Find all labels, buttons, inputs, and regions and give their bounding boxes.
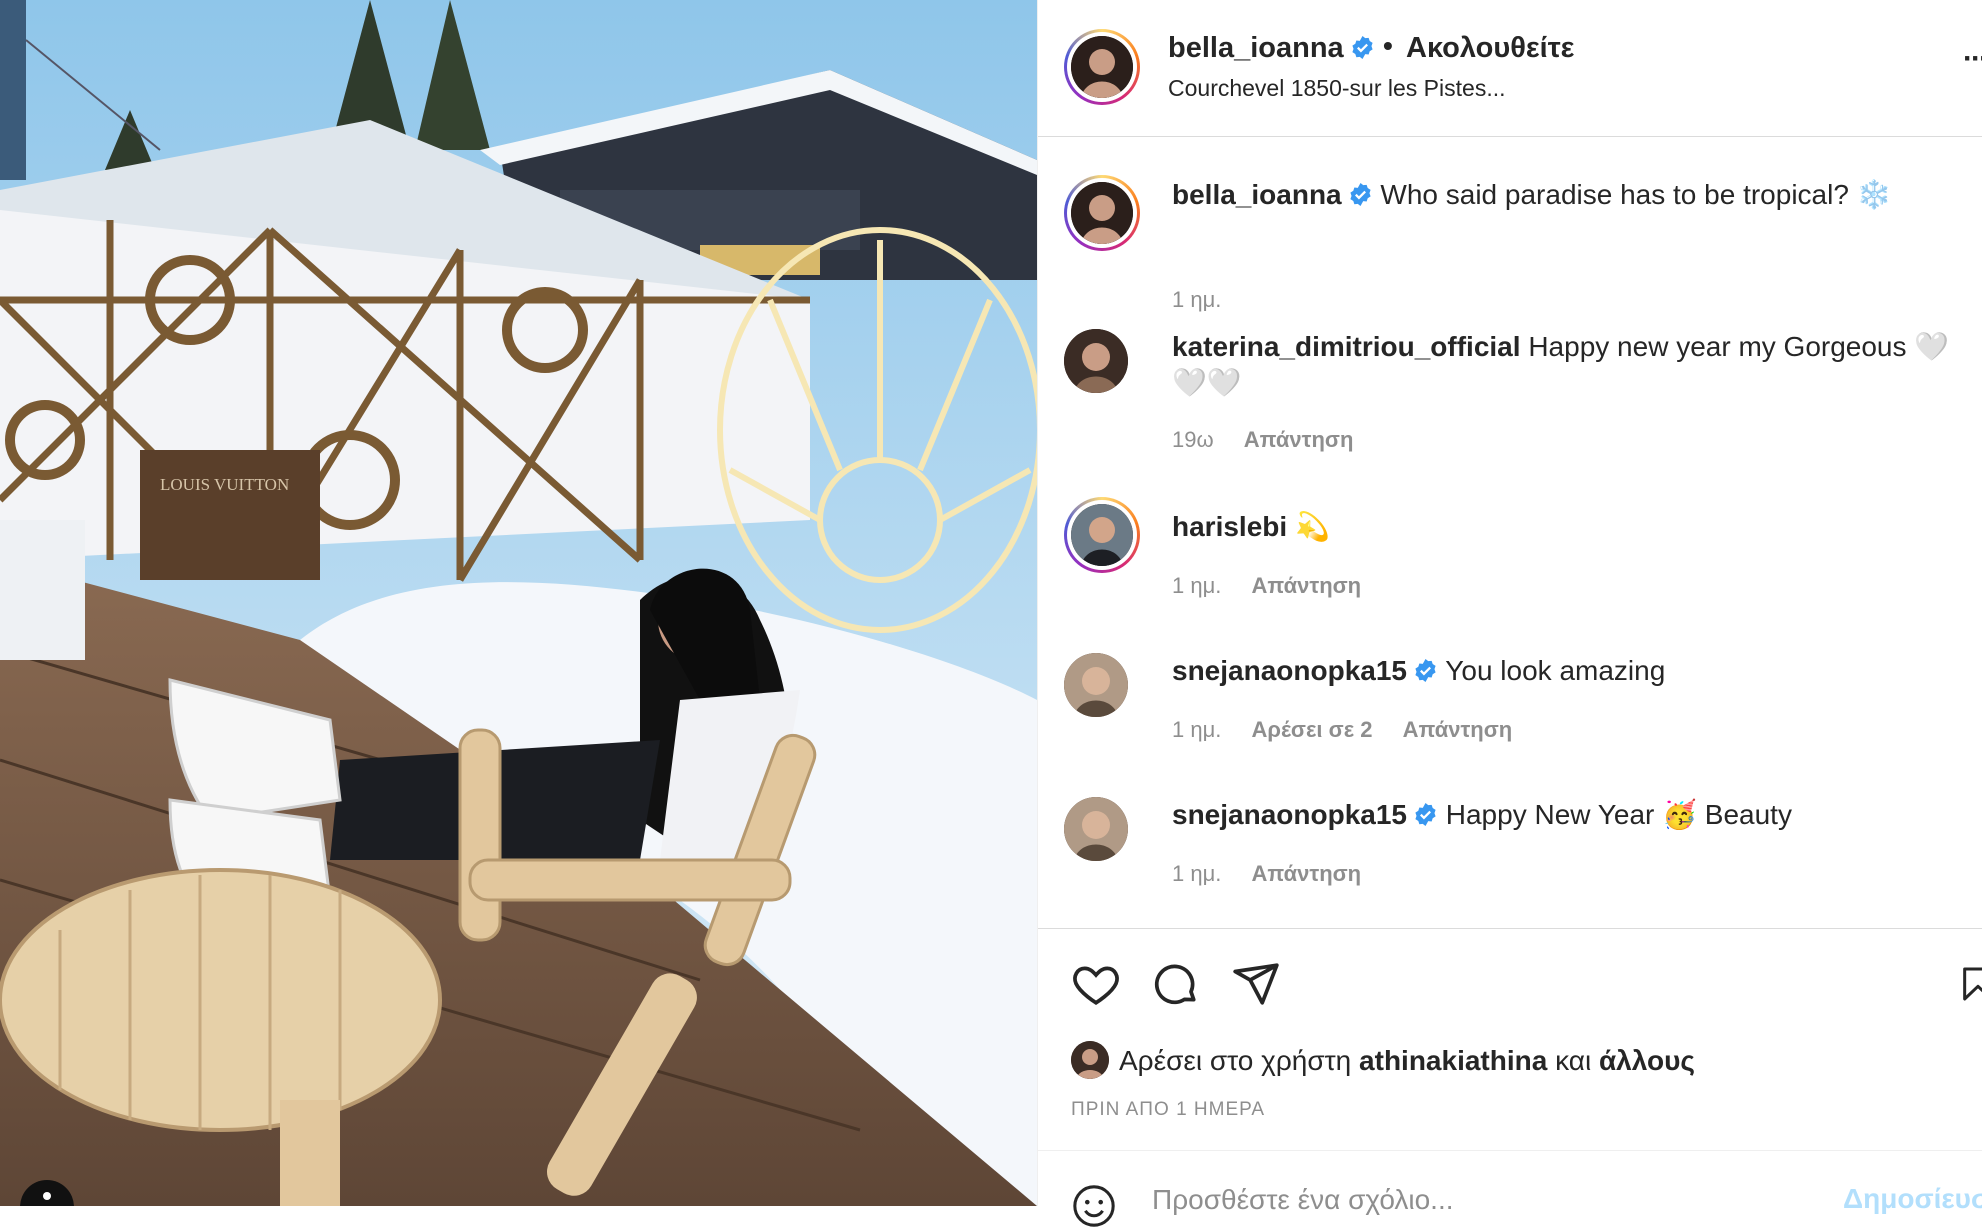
header-separator: • [1383, 30, 1393, 61]
comments-list: bella_ioanna Who said paradise has to be… [1038, 137, 1982, 927]
caption-avatar[interactable] [1064, 175, 1140, 251]
comment-likes[interactable]: Αρέσει σε 2 [1252, 717, 1373, 742]
reply-button[interactable]: Απάντηση [1403, 717, 1513, 742]
comment-username[interactable]: bella_ioanna [1172, 179, 1342, 210]
comment-time[interactable]: 1 ημ. [1172, 287, 1221, 312]
comment-meta: 1 ημ. Αρέσει σε 2 Απάντηση [1172, 717, 1536, 743]
comment-time[interactable]: 19ω [1172, 427, 1214, 452]
comment-text: snejanaonopka15 You look amazing [1172, 653, 1972, 689]
avatar [1071, 504, 1133, 566]
author-username[interactable]: bella_ioanna [1168, 32, 1375, 65]
share-icon[interactable] [1231, 959, 1281, 1009]
likes-conj: και [1555, 1045, 1592, 1076]
follow-button[interactable]: Ακολουθείτε [1406, 32, 1574, 65]
likes-others-link[interactable]: άλλους [1599, 1045, 1695, 1076]
comment-time[interactable]: 1 ημ. [1172, 573, 1221, 598]
likes-text: Αρέσει στο χρήστη athinakiathina και άλλ… [1119, 1045, 1695, 1077]
photo-sign-text: LOUIS VUITTON [160, 475, 289, 494]
likes-prefix: Αρέσει στο χρήστη [1119, 1045, 1352, 1076]
reply-button[interactable]: Απάντηση [1244, 427, 1354, 452]
comment-username[interactable]: snejanaonopka15 [1172, 655, 1407, 686]
post-detail-panel: bella_ioanna • Ακολουθείτε Courchevel 18… [1037, 0, 1982, 1227]
commenter-avatar[interactable] [1064, 653, 1128, 717]
comment-username[interactable]: snejanaonopka15 [1172, 799, 1407, 830]
add-comment-input[interactable] [1150, 1183, 1754, 1217]
reply-button[interactable]: Απάντηση [1252, 861, 1362, 886]
verified-icon [1415, 803, 1436, 826]
post-header: bella_ioanna • Ακολουθείτε Courchevel 18… [1038, 0, 1982, 137]
comment-meta: 1 ημ. Απάντηση [1172, 861, 1385, 887]
comment-time[interactable]: 1 ημ. [1172, 717, 1221, 742]
heart-icon[interactable] [1071, 959, 1121, 1009]
comment-meta: 1 ημ. [1172, 287, 1245, 313]
comment-meta: 19ω Απάντηση [1172, 427, 1377, 453]
comment-body: You look amazing [1445, 655, 1666, 686]
author-avatar[interactable] [1064, 29, 1140, 105]
post-photo[interactable]: LOUIS VUITTON [0, 0, 1037, 1206]
bookmark-icon[interactable] [1958, 959, 1982, 1009]
comment-username[interactable]: katerina_dimitriou_official [1172, 331, 1521, 362]
comment-text: bella_ioanna Who said paradise has to be… [1172, 177, 1972, 213]
liker-username[interactable]: athinakiathina [1359, 1045, 1547, 1076]
post-photo-illustration: LOUIS VUITTON [0, 0, 1037, 1206]
commenter-avatar[interactable] [1064, 329, 1128, 393]
post-location[interactable]: Courchevel 1850-sur les Pistes... [1168, 75, 1506, 102]
reply-button[interactable]: Απάντηση [1252, 573, 1362, 598]
comment-meta: 1 ημ. Απάντηση [1172, 573, 1385, 599]
commenter-avatar[interactable] [1064, 797, 1128, 861]
comment-body: 💫 [1294, 511, 1330, 542]
verified-icon [1352, 36, 1373, 59]
author-username-text[interactable]: bella_ioanna [1168, 32, 1344, 64]
add-comment-bar: Δημοσίευση [1038, 1150, 1982, 1227]
comment-body: Happy New Year 🥳 Beauty [1445, 799, 1792, 830]
comment-text: katerina_dimitriou_official Happy new ye… [1172, 329, 1972, 401]
comment-body: Who said paradise has to be tropical? ❄️ [1380, 179, 1892, 210]
post-timestamp[interactable]: ΠΡΙΝ ΑΠΟ 1 ΗΜΕΡΑ [1071, 1099, 1265, 1121]
avatar [1071, 182, 1133, 244]
comment-time[interactable]: 1 ημ. [1172, 861, 1221, 886]
avatar [1071, 36, 1133, 98]
emoji-icon[interactable] [1071, 1183, 1117, 1229]
verified-icon [1415, 659, 1436, 682]
comment-text: snejanaonopka15 Happy New Year 🥳 Beauty [1172, 797, 1972, 833]
comment-username[interactable]: harislebi [1172, 511, 1287, 542]
commenter-avatar[interactable] [1064, 497, 1140, 573]
post-comment-button[interactable]: Δημοσίευση [1843, 1183, 1982, 1215]
post-actions: Αρέσει στο χρήστη athinakiathina και άλλ… [1038, 928, 1982, 1149]
verified-icon [1350, 183, 1371, 206]
more-icon[interactable]: ··· [1963, 42, 1982, 76]
comment-text: harislebi 💫 [1172, 509, 1972, 545]
liker-avatar[interactable] [1071, 1041, 1109, 1079]
comment-icon[interactable] [1151, 959, 1201, 1009]
